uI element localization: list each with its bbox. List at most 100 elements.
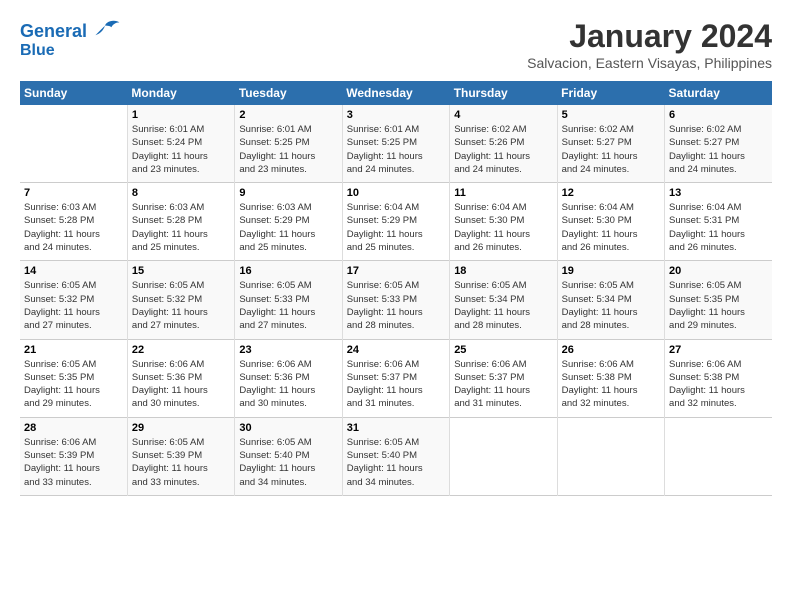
day-number: 15 <box>132 265 230 277</box>
day-info: Sunrise: 6:02 AM Sunset: 5:27 PM Dayligh… <box>562 123 660 176</box>
day-info: Sunrise: 6:03 AM Sunset: 5:28 PM Dayligh… <box>132 201 230 254</box>
day-info: Sunrise: 6:06 AM Sunset: 5:38 PM Dayligh… <box>562 358 660 411</box>
day-number: 14 <box>24 265 123 277</box>
day-number: 29 <box>132 422 230 434</box>
day-cell: 5 Sunrise: 6:02 AM Sunset: 5:27 PM Daylig… <box>557 105 664 183</box>
day-cell: 10 Sunrise: 6:04 AM Sunset: 5:29 PM Dayli… <box>342 183 449 261</box>
day-info: Sunrise: 6:05 AM Sunset: 5:32 PM Dayligh… <box>24 279 123 332</box>
title-block: January 2024 Salvacion, Eastern Visayas,… <box>527 18 772 71</box>
day-number: 12 <box>562 187 660 199</box>
logo-text-general: General <box>20 22 87 42</box>
day-info: Sunrise: 6:02 AM Sunset: 5:27 PM Dayligh… <box>669 123 768 176</box>
subtitle: Salvacion, Eastern Visayas, Philippines <box>527 55 772 71</box>
day-number: 13 <box>669 187 768 199</box>
day-number: 18 <box>454 265 552 277</box>
day-info: Sunrise: 6:05 AM Sunset: 5:35 PM Dayligh… <box>669 279 768 332</box>
day-cell: 21 Sunrise: 6:05 AM Sunset: 5:35 PM Dayli… <box>20 339 127 417</box>
day-number: 16 <box>239 265 337 277</box>
day-cell: 30Sunrise: 6:05 AM Sunset: 5:40 PM Dayli… <box>235 417 342 495</box>
day-info: Sunrise: 6:06 AM Sunset: 5:38 PM Dayligh… <box>669 358 768 411</box>
col-header-friday: Friday <box>557 81 664 105</box>
page: General Blue January 2024 Salvacion, Eas… <box>0 0 792 506</box>
logo-text-blue: Blue <box>20 42 55 60</box>
calendar-header-row: SundayMondayTuesdayWednesdayThursdayFrid… <box>20 81 772 105</box>
day-info: Sunrise: 6:05 AM Sunset: 5:39 PM Dayligh… <box>132 436 230 489</box>
day-number: 31 <box>347 422 445 434</box>
day-info: Sunrise: 6:06 AM Sunset: 5:36 PM Dayligh… <box>132 358 230 411</box>
day-info: Sunrise: 6:01 AM Sunset: 5:25 PM Dayligh… <box>239 123 337 176</box>
day-cell: 20Sunrise: 6:05 AM Sunset: 5:35 PM Dayli… <box>665 261 772 339</box>
day-cell: 19Sunrise: 6:05 AM Sunset: 5:34 PM Dayli… <box>557 261 664 339</box>
day-info: Sunrise: 6:03 AM Sunset: 5:29 PM Dayligh… <box>239 201 337 254</box>
day-cell: 2 Sunrise: 6:01 AM Sunset: 5:25 PM Daylig… <box>235 105 342 183</box>
day-cell: 7 Sunrise: 6:03 AM Sunset: 5:28 PM Daylig… <box>20 183 127 261</box>
day-info: Sunrise: 6:02 AM Sunset: 5:26 PM Dayligh… <box>454 123 552 176</box>
day-info: Sunrise: 6:06 AM Sunset: 5:37 PM Dayligh… <box>454 358 552 411</box>
day-info: Sunrise: 6:04 AM Sunset: 5:31 PM Dayligh… <box>669 201 768 254</box>
week-row-4: 21 Sunrise: 6:05 AM Sunset: 5:35 PM Dayli… <box>20 339 772 417</box>
day-cell: 24 Sunrise: 6:06 AM Sunset: 5:37 PM Dayli… <box>342 339 449 417</box>
day-number: 30 <box>239 422 337 434</box>
day-number: 19 <box>562 265 660 277</box>
day-number: 24 <box>347 344 445 356</box>
day-number: 5 <box>562 109 660 121</box>
day-cell: 8Sunrise: 6:03 AM Sunset: 5:28 PM Daylig… <box>127 183 234 261</box>
day-number: 17 <box>347 265 445 277</box>
day-cell: 31 Sunrise: 6:05 AM Sunset: 5:40 PM Dayli… <box>342 417 449 495</box>
day-cell: 6 Sunrise: 6:02 AM Sunset: 5:27 PM Daylig… <box>665 105 772 183</box>
day-cell: 26 Sunrise: 6:06 AM Sunset: 5:38 PM Dayli… <box>557 339 664 417</box>
day-cell: 9 Sunrise: 6:03 AM Sunset: 5:29 PM Daylig… <box>235 183 342 261</box>
day-info: Sunrise: 6:04 AM Sunset: 5:29 PM Dayligh… <box>347 201 445 254</box>
day-info: Sunrise: 6:05 AM Sunset: 5:32 PM Dayligh… <box>132 279 230 332</box>
header: General Blue January 2024 Salvacion, Eas… <box>20 18 772 71</box>
day-number: 3 <box>347 109 445 121</box>
day-number: 21 <box>24 344 123 356</box>
day-cell <box>450 417 557 495</box>
day-info: Sunrise: 6:05 AM Sunset: 5:34 PM Dayligh… <box>454 279 552 332</box>
col-header-tuesday: Tuesday <box>235 81 342 105</box>
day-cell: 22Sunrise: 6:06 AM Sunset: 5:36 PM Dayli… <box>127 339 234 417</box>
day-cell: 3Sunrise: 6:01 AM Sunset: 5:25 PM Daylig… <box>342 105 449 183</box>
logo-bird-icon <box>89 18 121 46</box>
day-cell: 4 Sunrise: 6:02 AM Sunset: 5:26 PM Daylig… <box>450 105 557 183</box>
day-number: 2 <box>239 109 337 121</box>
day-cell: 13 Sunrise: 6:04 AM Sunset: 5:31 PM Dayli… <box>665 183 772 261</box>
day-number: 4 <box>454 109 552 121</box>
day-cell: 25 Sunrise: 6:06 AM Sunset: 5:37 PM Dayli… <box>450 339 557 417</box>
day-number: 27 <box>669 344 768 356</box>
calendar-table: SundayMondayTuesdayWednesdayThursdayFrid… <box>20 81 772 496</box>
day-info: Sunrise: 6:06 AM Sunset: 5:37 PM Dayligh… <box>347 358 445 411</box>
col-header-thursday: Thursday <box>450 81 557 105</box>
day-info: Sunrise: 6:05 AM Sunset: 5:40 PM Dayligh… <box>347 436 445 489</box>
day-info: Sunrise: 6:04 AM Sunset: 5:30 PM Dayligh… <box>454 201 552 254</box>
day-info: Sunrise: 6:05 AM Sunset: 5:33 PM Dayligh… <box>239 279 337 332</box>
day-cell: 23Sunrise: 6:06 AM Sunset: 5:36 PM Dayli… <box>235 339 342 417</box>
week-row-2: 7 Sunrise: 6:03 AM Sunset: 5:28 PM Daylig… <box>20 183 772 261</box>
day-number: 26 <box>562 344 660 356</box>
day-cell <box>665 417 772 495</box>
main-title: January 2024 <box>527 18 772 55</box>
day-number: 7 <box>24 187 123 199</box>
day-cell: 11Sunrise: 6:04 AM Sunset: 5:30 PM Dayli… <box>450 183 557 261</box>
day-number: 23 <box>239 344 337 356</box>
day-number: 25 <box>454 344 552 356</box>
col-header-monday: Monday <box>127 81 234 105</box>
day-info: Sunrise: 6:06 AM Sunset: 5:39 PM Dayligh… <box>24 436 123 489</box>
week-row-1: 1 Sunrise: 6:01 AM Sunset: 5:24 PM Daylig… <box>20 105 772 183</box>
day-info: Sunrise: 6:05 AM Sunset: 5:35 PM Dayligh… <box>24 358 123 411</box>
day-number: 6 <box>669 109 768 121</box>
day-info: Sunrise: 6:04 AM Sunset: 5:30 PM Dayligh… <box>562 201 660 254</box>
col-header-sunday: Sunday <box>20 81 127 105</box>
day-number: 9 <box>239 187 337 199</box>
week-row-3: 14 Sunrise: 6:05 AM Sunset: 5:32 PM Dayli… <box>20 261 772 339</box>
day-cell: 14 Sunrise: 6:05 AM Sunset: 5:32 PM Dayli… <box>20 261 127 339</box>
day-cell <box>20 105 127 183</box>
day-info: Sunrise: 6:01 AM Sunset: 5:24 PM Dayligh… <box>132 123 230 176</box>
day-info: Sunrise: 6:03 AM Sunset: 5:28 PM Dayligh… <box>24 201 123 254</box>
day-cell: 18 Sunrise: 6:05 AM Sunset: 5:34 PM Dayli… <box>450 261 557 339</box>
day-number: 10 <box>347 187 445 199</box>
week-row-5: 28 Sunrise: 6:06 AM Sunset: 5:39 PM Dayli… <box>20 417 772 495</box>
day-number: 28 <box>24 422 123 434</box>
day-number: 1 <box>132 109 230 121</box>
day-info: Sunrise: 6:05 AM Sunset: 5:33 PM Dayligh… <box>347 279 445 332</box>
